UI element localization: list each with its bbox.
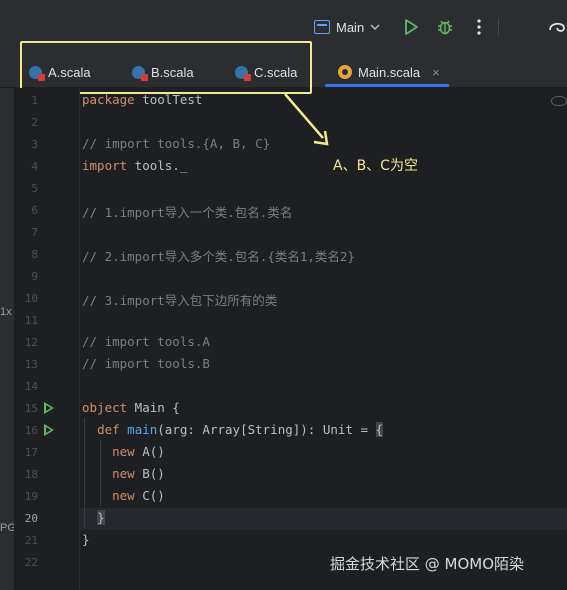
watermark: 掘金技术社区 @ MOMO陌染 bbox=[330, 555, 525, 573]
annotation-text: A、B、C为空 bbox=[333, 158, 418, 174]
annotation-arrow bbox=[284, 93, 329, 146]
